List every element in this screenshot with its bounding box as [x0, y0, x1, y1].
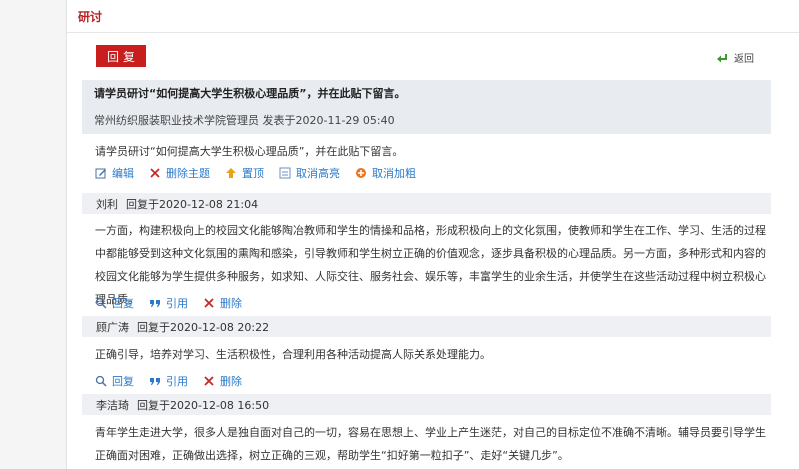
quote-action-label: 引用: [166, 297, 188, 310]
delete-action-label: 删除: [220, 375, 242, 388]
quote-icon: [150, 378, 160, 385]
quote-action-label: 引用: [166, 375, 188, 388]
reply-header: 刘利 回复于2020-12-08 21:04: [82, 193, 771, 214]
reply-action-label: 回复: [112, 375, 134, 388]
unhighlight-action[interactable]: 取消高亮: [279, 165, 340, 181]
reply-button[interactable]: 回复: [96, 45, 146, 67]
unbold-label: 取消加粗: [372, 167, 416, 180]
reply-author: 顾广涛: [96, 320, 129, 334]
edit-icon: [95, 168, 106, 179]
reply-header: 李洁琦 回复于2020-12-08 16:50: [82, 394, 771, 415]
delete-topic-label: 删除主题: [166, 167, 210, 180]
discussion-panel: 研讨 回复 返回 请学员研讨“如何提高大学生积极心理品质”，并在此贴下留言。 常…: [66, 0, 799, 469]
topic-title: 请学员研讨“如何提高大学生积极心理品质”，并在此贴下留言。: [94, 87, 406, 100]
topic-meta: 常州纺织服装职业技术学院管理员 发表于2020-11-29 05:40: [94, 114, 395, 127]
pin-action[interactable]: 置顶: [225, 165, 264, 181]
delete-topic-action[interactable]: 删除主题: [149, 165, 210, 181]
pin-label: 置顶: [242, 167, 264, 180]
back-arrow-icon: [717, 53, 727, 62]
reply-time: 回复于2020-12-08 20:22: [137, 320, 270, 334]
magnifier-icon: [95, 297, 107, 309]
delete-icon: [204, 376, 214, 386]
reply-time: 回复于2020-12-08 16:50: [137, 398, 270, 412]
topic-actions: 编辑 删除主题 置顶 取消高亮 取消加粗: [95, 165, 431, 181]
edit-action[interactable]: 编辑: [95, 165, 134, 181]
page-title: 研讨: [78, 9, 103, 24]
reply-author: 刘利: [96, 197, 118, 211]
panel-header: 研讨: [67, 0, 799, 33]
up-arrow-icon: [226, 168, 236, 178]
reply-body: 正确引导，培养对学习、生活积极性，合理利用各种活动提高人际关系处理能力。: [95, 348, 491, 361]
quote-icon: [150, 300, 160, 307]
unbold-action[interactable]: 取消加粗: [355, 165, 416, 181]
reply-actions: 回复 引用 删除: [95, 295, 257, 311]
delete-icon: [150, 168, 160, 178]
quote-action[interactable]: 引用: [149, 295, 188, 311]
reply-action[interactable]: 回复: [95, 295, 134, 311]
toolbar: 回复 返回: [95, 45, 770, 67]
edit-label: 编辑: [112, 167, 134, 180]
reply-action-label: 回复: [112, 297, 134, 310]
quote-action[interactable]: 引用: [149, 373, 188, 389]
reply-author: 李洁琦: [96, 398, 129, 412]
delete-icon: [204, 298, 214, 308]
reply-action[interactable]: 回复: [95, 373, 134, 389]
highlight-icon: [279, 167, 291, 179]
topic-header: 请学员研讨“如何提高大学生积极心理品质”，并在此贴下留言。 常州纺织服装职业技术…: [82, 80, 771, 134]
back-label: 返回: [734, 54, 754, 65]
magnifier-icon: [95, 375, 107, 387]
reply-time: 回复于2020-12-08 21:04: [126, 197, 259, 211]
delete-action[interactable]: 删除: [203, 295, 242, 311]
delete-action[interactable]: 删除: [203, 373, 242, 389]
topic-body: 请学员研讨“如何提高大学生积极心理品质”，并在此贴下留言。: [95, 145, 404, 158]
unhighlight-label: 取消高亮: [296, 167, 340, 180]
back-link[interactable]: 返回: [716, 50, 754, 65]
delete-action-label: 删除: [220, 297, 242, 310]
reply-body: 青年学生走进大学，很多人是独自面对自己的一切，容易在思想上、学业上产生迷茫，对自…: [95, 426, 766, 462]
reply-actions: 回复 引用 删除: [95, 373, 257, 389]
plus-circle-icon: [356, 168, 366, 178]
reply-header: 顾广涛 回复于2020-12-08 20:22: [82, 316, 771, 337]
